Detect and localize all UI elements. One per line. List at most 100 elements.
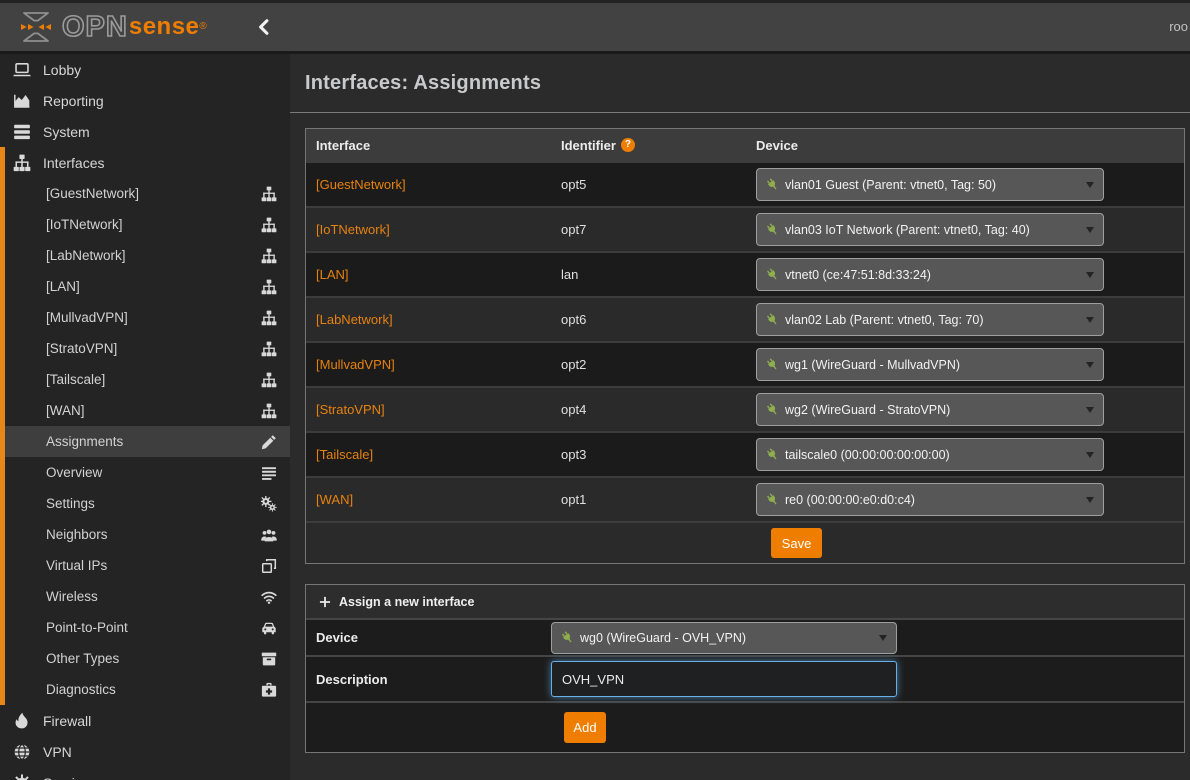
sidebar-item-label: [StratoVPN] — [46, 341, 117, 356]
identifier-cell: opt5 — [561, 177, 756, 192]
sidebar-item-label: Diagnostics — [46, 682, 116, 697]
assignment-row-iotnetwork: [IoTNetwork]opt7vlan03 IoT Network (Pare… — [306, 206, 1184, 251]
device-select[interactable]: re0 (00:00:00:e0:d0:c4) — [756, 483, 1104, 516]
sidebar-item-lan[interactable]: [LAN] — [0, 271, 290, 302]
interface-link[interactable]: [StratoVPN] — [316, 402, 385, 417]
caret-down-icon — [1086, 182, 1094, 188]
interface-cell: [StratoVPN] — [306, 402, 561, 417]
assign-add-row: Add — [306, 701, 1184, 752]
sidebar-item-label: Interfaces — [43, 155, 104, 171]
sidebar-item-services[interactable]: Services — [0, 767, 290, 780]
sidebar-item-wan[interactable]: [WAN] — [0, 395, 290, 426]
sidebar-item-other-types[interactable]: Other Types — [0, 643, 290, 674]
sidebar-item-tailscale[interactable]: [Tailscale] — [0, 364, 290, 395]
sidebar-item-interfaces[interactable]: Interfaces — [0, 147, 290, 178]
device-select[interactable]: vlan01 Guest (Parent: vtnet0, Tag: 50) — [756, 168, 1104, 201]
device-select[interactable]: tailscale0 (00:00:00:00:00:00) — [756, 438, 1104, 471]
sidebar-item-system[interactable]: System — [0, 116, 290, 147]
sidebar-item-neighbors[interactable]: Neighbors — [0, 519, 290, 550]
opnsense-brand[interactable]: OPNsense® — [18, 10, 207, 44]
sidebar-item-guestnetwork[interactable]: [GuestNetwork] — [0, 178, 290, 209]
identifier-value: opt6 — [561, 312, 586, 327]
plug-icon — [766, 448, 779, 461]
identifier-value: opt5 — [561, 177, 586, 192]
sidebar-item-labnetwork[interactable]: [LabNetwork] — [0, 240, 290, 271]
interface-cell: [LAN] — [306, 267, 561, 282]
device-select[interactable]: vlan02 Lab (Parent: vtnet0, Tag: 70) — [756, 303, 1104, 336]
add-button[interactable]: Add — [564, 712, 606, 743]
selected-device-label: vlan03 IoT Network (Parent: vtnet0, Tag:… — [785, 223, 1078, 237]
assignment-row-lan: [LAN]lanvtnet0 (ce:47:51:8d:33:24) — [306, 251, 1184, 296]
interface-link[interactable]: [Tailscale] — [316, 447, 373, 462]
description-input[interactable] — [551, 661, 897, 697]
sidebar-item-reporting[interactable]: Reporting — [0, 85, 290, 116]
page-title: Interfaces: Assignments — [305, 72, 541, 95]
cogs-icon — [261, 496, 277, 512]
sidebar-item-label: Firewall — [43, 713, 91, 729]
device-select[interactable]: wg1 (WireGuard - MullvadVPN) — [756, 348, 1104, 381]
list-icon — [261, 465, 277, 481]
table-footer-row: Save — [306, 521, 1184, 563]
sidebar-item-lobby[interactable]: Lobby — [0, 54, 290, 85]
sidebar-item-stratovpn[interactable]: [StratoVPN] — [0, 333, 290, 364]
wifi-icon — [261, 589, 277, 605]
new-interface-device-select[interactable]: wg0 (WireGuard - OVH_VPN) — [551, 622, 897, 654]
assignment-row-tailscale: [Tailscale] opt3 tailscale0 (00:00:00:00:0… — [306, 431, 1184, 476]
device-select[interactable]: vlan03 IoT Network (Parent: vtnet0, Tag:… — [756, 213, 1104, 246]
plug-icon — [766, 358, 779, 371]
column-header-identifier: Identifier ? — [561, 138, 756, 153]
sidebar-collapse-chevron-left-icon[interactable] — [255, 18, 273, 36]
interface-cell: [LabNetwork] — [306, 312, 561, 327]
caret-down-icon — [1086, 317, 1094, 323]
device-select[interactable]: wg2 (WireGuard - StratoVPN) — [756, 393, 1104, 426]
assign-device-row: Device wg0 (WireGuard - OVH_VPN) — [306, 618, 1184, 655]
sidebar-item-firewall[interactable]: Firewall — [0, 705, 290, 736]
selected-device-label: wg1 (WireGuard - MullvadVPN) — [785, 358, 1078, 372]
sidebar-item-settings[interactable]: Settings — [0, 488, 290, 519]
sidebar-item-mullvadvpn[interactable]: [MullvadVPN] — [0, 302, 290, 333]
sidebar-item-label: [IoTNetwork] — [46, 217, 123, 232]
opnsense-logo-icon — [18, 10, 54, 44]
sitemap-icon — [261, 341, 277, 357]
assignments-table-panel: Interface Identifier ? Device [GuestNetw… — [305, 128, 1185, 564]
assign-panel-header: Assign a new interface — [306, 585, 1184, 618]
device-cell: tailscale0 (00:00:00:00:00:00) — [756, 438, 1184, 471]
sidebar-item-vpn[interactable]: VPN — [0, 736, 290, 767]
sidebar-item-wireless[interactable]: Wireless — [0, 581, 290, 612]
sidebar-item-assignments[interactable]: Assignments — [0, 426, 290, 457]
interface-link[interactable]: [LabNetwork] — [316, 312, 393, 327]
identifier-value: opt3 — [561, 447, 586, 462]
sidebar-item-overview[interactable]: Overview — [0, 457, 290, 488]
sitemap-icon — [261, 186, 277, 202]
top-navbar: OPNsense® roo — [0, 0, 1190, 54]
plug-icon — [766, 223, 779, 236]
device-cell: vlan02 Lab (Parent: vtnet0, Tag: 70) — [756, 303, 1184, 336]
sidebar-item-label: Point-to-Point — [46, 620, 128, 635]
interface-link[interactable]: [WAN] — [316, 492, 353, 507]
interface-link[interactable]: [GuestNetwork] — [316, 177, 406, 192]
sitemap-icon — [261, 217, 277, 233]
interface-link[interactable]: [IoTNetwork] — [316, 222, 390, 237]
sidebar-item-label: Settings — [46, 496, 95, 511]
column-header-interface: Interface — [306, 138, 561, 153]
gear-icon — [13, 774, 31, 780]
interface-link[interactable]: [MullvadVPN] — [316, 357, 395, 372]
assignment-row-wan: [WAN]opt1re0 (00:00:00:e0:d0:c4) — [306, 476, 1184, 521]
selected-device-label: re0 (00:00:00:e0:d0:c4) — [785, 493, 1078, 507]
interface-link[interactable]: [LAN] — [316, 267, 349, 282]
identifier-cell: opt4 — [561, 402, 756, 417]
identifier-help-icon[interactable]: ? — [621, 138, 635, 152]
sidebar-item-label: Assignments — [46, 434, 123, 449]
sidebar-item-label: [MullvadVPN] — [46, 310, 128, 325]
assignment-row-labnetwork: [LabNetwork] opt6 vlan02 Lab (Parent: vtne… — [306, 296, 1184, 341]
assignment-row-mullvadvpn: [MullvadVPN]opt2wg1 (WireGuard - Mullvad… — [306, 341, 1184, 386]
sidebar-item-virtual-ips[interactable]: Virtual IPs — [0, 550, 290, 581]
table-body: [GuestNetwork] opt5 vlan01 Guest (Parent: … — [306, 161, 1184, 521]
sidebar-item-point-to-point[interactable]: Point-to-Point — [0, 612, 290, 643]
device-select[interactable]: vtnet0 (ce:47:51:8d:33:24) — [756, 258, 1104, 291]
user-menu[interactable]: roo — [1169, 19, 1190, 34]
sidebar-item-iotnetwork[interactable]: [IoTNetwork] — [0, 209, 290, 240]
caret-down-icon — [879, 635, 887, 641]
sidebar-item-diagnostics[interactable]: Diagnostics — [0, 674, 290, 705]
save-button[interactable]: Save — [771, 528, 822, 558]
